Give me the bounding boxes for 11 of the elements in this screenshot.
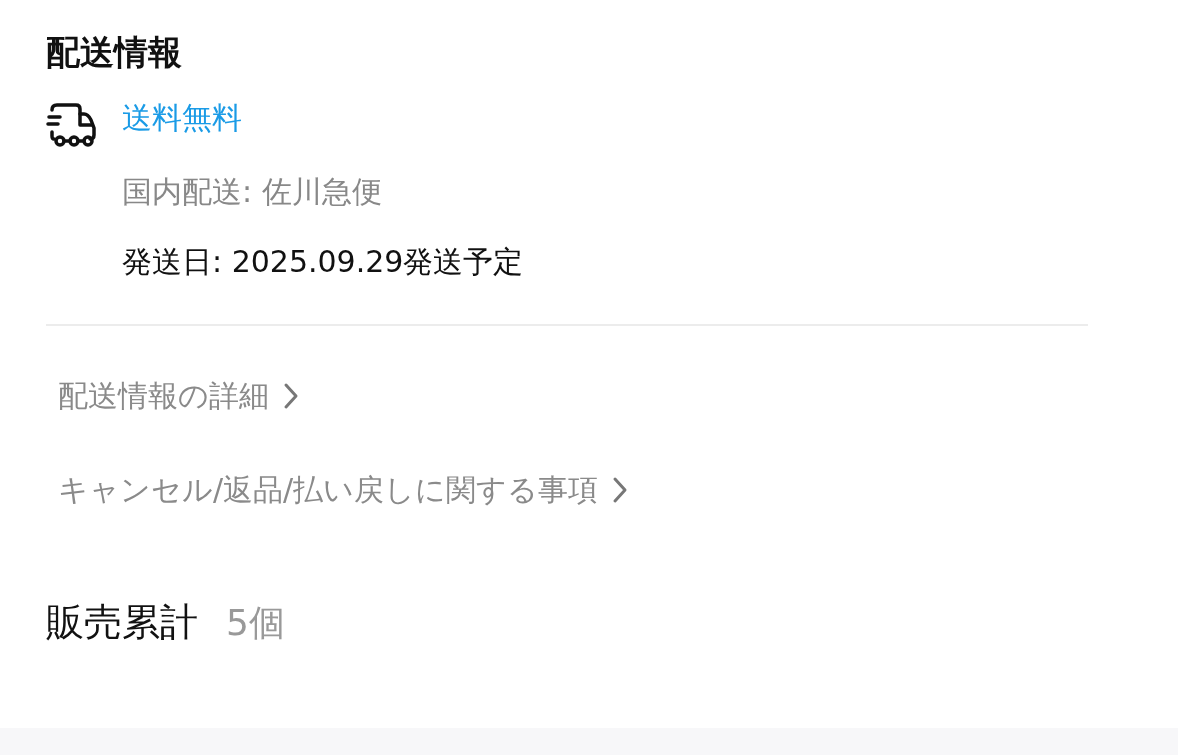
chevron-right-icon <box>612 476 629 504</box>
ship-date-text: 発送日: 2025.09.29発送予定 <box>122 243 524 281</box>
info-link[interactable]: 配送情報の詳細 <box>58 376 299 416</box>
info-link[interactable]: キャンセル/返品/払い戻しに関する事項 <box>58 470 629 510</box>
sales-total-label: 販売累計 <box>46 599 198 646</box>
truck-icon <box>46 100 98 148</box>
chevron-right-icon <box>283 382 299 410</box>
sales-count: 5個 <box>226 601 285 645</box>
carrier-text: 国内配送: 佐川急便 <box>122 173 383 211</box>
section-title: 配送情報 <box>46 31 183 74</box>
free-shipping-label: 送料無料 <box>122 99 243 137</box>
